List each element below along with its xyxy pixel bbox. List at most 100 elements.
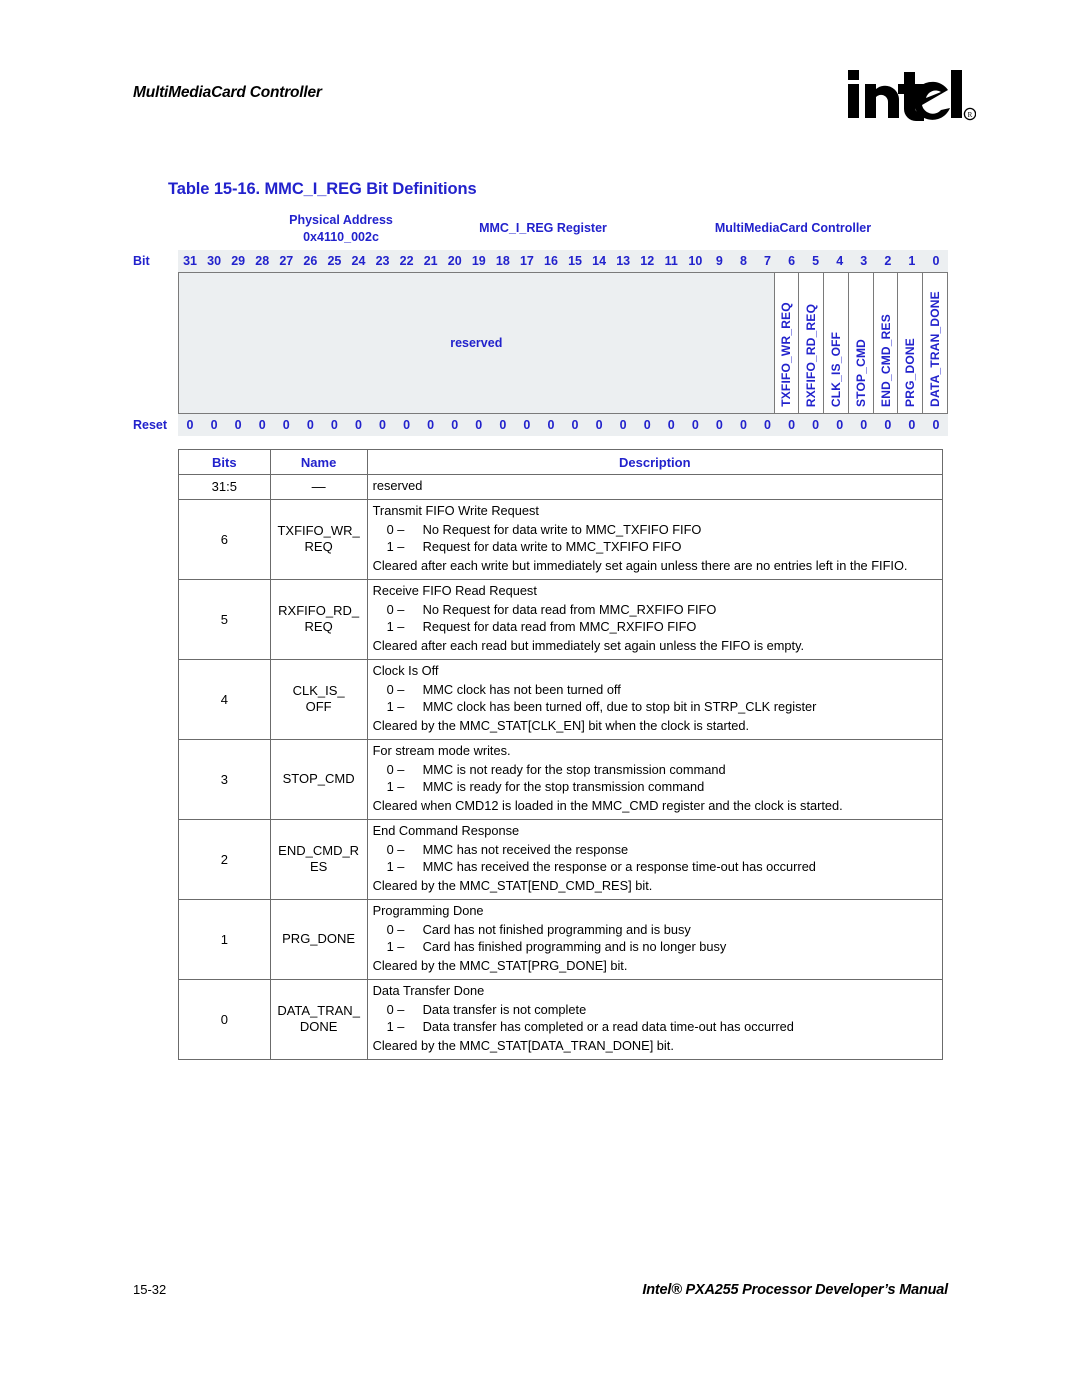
reset-value-row: Reset 0 0 0 0 0 0 0 0 0 0 0 0 0 0 0 0 0 0 0 0 0 0 0 0 0 0 0 0 0 0 0 0 <box>133 414 948 436</box>
cell-bits: 31:5 <box>178 474 271 500</box>
intel-logo: R <box>846 62 977 134</box>
reset-value-bit-1: 0 <box>908 418 916 432</box>
register-field-label: TXFIFO_WR_REQ <box>779 302 794 407</box>
register-field-data-tran-done: DATA_TRAN_DONE <box>923 273 947 413</box>
bit-number-24: 24 <box>351 254 366 268</box>
register-field-label: RXFIFO_RD_REQ <box>804 303 819 408</box>
reset-value-bit-11: 0 <box>667 418 675 432</box>
cell-bits: 3 <box>178 738 271 820</box>
cell-name: CLK_IS_ OFF <box>269 658 368 740</box>
bit-number-19: 19 <box>471 254 486 268</box>
cell-name: DATA_TRAN_ DONE <box>269 978 368 1060</box>
page-number: 15-32 <box>133 1282 167 1297</box>
cell-description: reserved <box>366 474 944 500</box>
description-note: Cleared by the MMC_STAT[CLK_EN] bit when… <box>372 718 750 733</box>
description-option: 1 – MMC clock has been turned off, due to… <box>386 698 817 714</box>
register-diagram-header: Physical Address 0x4110_002c MMC_I_REG R… <box>133 212 948 250</box>
cell-bits: 4 <box>178 658 271 740</box>
description-option: 0 – MMC is not ready for the stop transmi… <box>386 762 726 777</box>
option-value: 0 – <box>386 1002 405 1017</box>
svg-text:R: R <box>968 111 973 119</box>
description-option: 0 – MMC has not received the response <box>386 842 629 857</box>
description-option: 1 – Request for data read from MMC_RXFIFO… <box>386 618 697 634</box>
register-field-clk-is-off: CLK_IS_OFF <box>824 273 849 413</box>
register-field-prg-done: PRG_DONE <box>898 273 924 413</box>
physical-address-block: Physical Address 0x4110_002c <box>251 212 431 246</box>
bit-number-14: 14 <box>592 254 607 268</box>
cell-description: Receive FIFO Read Request 0 – No Request f… <box>366 578 944 660</box>
physical-address-value: 0x4110_002c <box>303 230 379 244</box>
description-title: Receive FIFO Read Request <box>372 582 537 598</box>
cell-bits: 2 <box>178 818 271 900</box>
option-value: 1 – <box>386 538 405 554</box>
description-note: Cleared by the MMC_STAT[DATA_TRAN_DONE] … <box>372 1038 674 1053</box>
bit-number-5: 5 <box>812 254 820 268</box>
reset-value-bit-9: 0 <box>715 418 723 432</box>
register-field-box-wrap: reserved TXFIFO_WR_REQ RXFIFO_RD_REQ CLK… <box>133 272 948 414</box>
reset-value-bit-24: 0 <box>354 418 362 432</box>
reset-value-bit-14: 0 <box>595 418 603 432</box>
description-option-list: 0 – MMC has not received the response 1 – M… <box>373 842 938 875</box>
register-field-label: END_CMD_RES <box>878 314 893 407</box>
column-header-name: Name <box>269 449 368 475</box>
description-title: For stream mode writes. <box>372 742 511 758</box>
table-row: 6 TXFIFO_WR_ REQ Transmit FIFO Write Reques… <box>178 498 944 580</box>
description-option: 1 – MMC is ready for the stop transmissio… <box>386 778 705 794</box>
reset-value-bit-26: 0 <box>306 418 314 432</box>
option-value: 1 – <box>386 698 405 714</box>
description-title: Data Transfer Done <box>372 982 485 998</box>
option-value: 0 – <box>386 762 405 777</box>
reset-value-bit-4: 0 <box>836 418 844 432</box>
cell-description: Transmit FIFO Write Request 0 – No Request… <box>366 498 944 580</box>
register-field-label: PRG_DONE <box>903 338 918 407</box>
bit-number-4: 4 <box>836 254 844 268</box>
description-note: Cleared after each read but immediately … <box>372 638 805 653</box>
description-option: 0 – Data transfer is not complete <box>386 1002 587 1017</box>
option-value: 0 – <box>386 842 405 857</box>
reset-value-bit-28: 0 <box>258 418 266 432</box>
description-note: Cleared after each write but immediately… <box>372 558 908 573</box>
table-row: 0 DATA_TRAN_ DONE Data Transfer Done 0 – Data… <box>178 978 944 1060</box>
reset-value-bit-23: 0 <box>379 418 386 432</box>
bit-number-1: 1 <box>908 254 916 268</box>
cell-description: Programming Done 0 – Card has not finished… <box>366 898 944 980</box>
table-header-row: Bits Name Description <box>178 449 944 475</box>
description-option: 0 – No Request for data read from MMC_RXF… <box>386 602 717 617</box>
reset-value-bit-22: 0 <box>403 418 411 432</box>
bit-number-17: 17 <box>519 254 534 268</box>
table-caption: Table 15-16. MMC_I_REG Bit Definitions <box>168 180 477 198</box>
reset-value-bit-7: 0 <box>764 418 771 432</box>
reset-value-bit-6: 0 <box>788 418 796 432</box>
cell-bits: 5 <box>178 578 271 660</box>
description-option-list: 0 – MMC clock has not been turned off 1 – M… <box>373 682 938 715</box>
description-option-list: 0 – Data transfer is not complete 1 – Data … <box>373 1002 938 1035</box>
cell-name: PRG_DONE <box>269 898 368 980</box>
bit-definitions-table: Bits Name Description 31:5— reserved 6 TXFI… <box>178 449 944 1060</box>
column-header-description: Description <box>366 449 944 475</box>
reserved-label: reserved <box>450 336 503 350</box>
running-head: MultiMediaCard Controller <box>133 84 322 101</box>
option-value: 1 – <box>386 938 405 954</box>
bit-number-21: 21 <box>423 254 438 268</box>
bit-row-label: Bit <box>133 250 178 272</box>
description-option-list: 0 – No Request for data read from MMC_RXF… <box>373 602 938 635</box>
reset-value-bit-0: 0 <box>932 418 940 432</box>
description-title: Programming Done <box>372 902 484 918</box>
bit-number-15: 15 <box>568 254 582 268</box>
reset-value-bit-21: 0 <box>427 418 435 432</box>
register-field-label: STOP_CMD <box>853 338 868 408</box>
reset-value-bit-27: 0 <box>282 418 290 432</box>
description-title: Transmit FIFO Write Request <box>372 502 539 518</box>
page-footer: 15-32 Intel® PXA255 Processor Developer’… <box>0 1282 1080 1312</box>
physical-address-label: Physical Address <box>289 213 393 227</box>
cell-bits: 1 <box>178 898 271 980</box>
register-field-reserved: reserved <box>179 273 775 413</box>
description-option-list: 0 – No Request for data write to MMC_TXFI… <box>373 522 938 555</box>
bit-number-22: 22 <box>399 254 414 268</box>
reset-value-bit-2: 0 <box>884 418 892 432</box>
option-value: 0 – <box>386 602 405 617</box>
description-option: 0 – MMC clock has not been turned off <box>386 682 621 697</box>
bit-number-20: 20 <box>447 254 462 268</box>
bit-number-23: 23 <box>375 254 390 268</box>
register-field-txfifo-wr-req: TXFIFO_WR_REQ <box>774 273 800 413</box>
